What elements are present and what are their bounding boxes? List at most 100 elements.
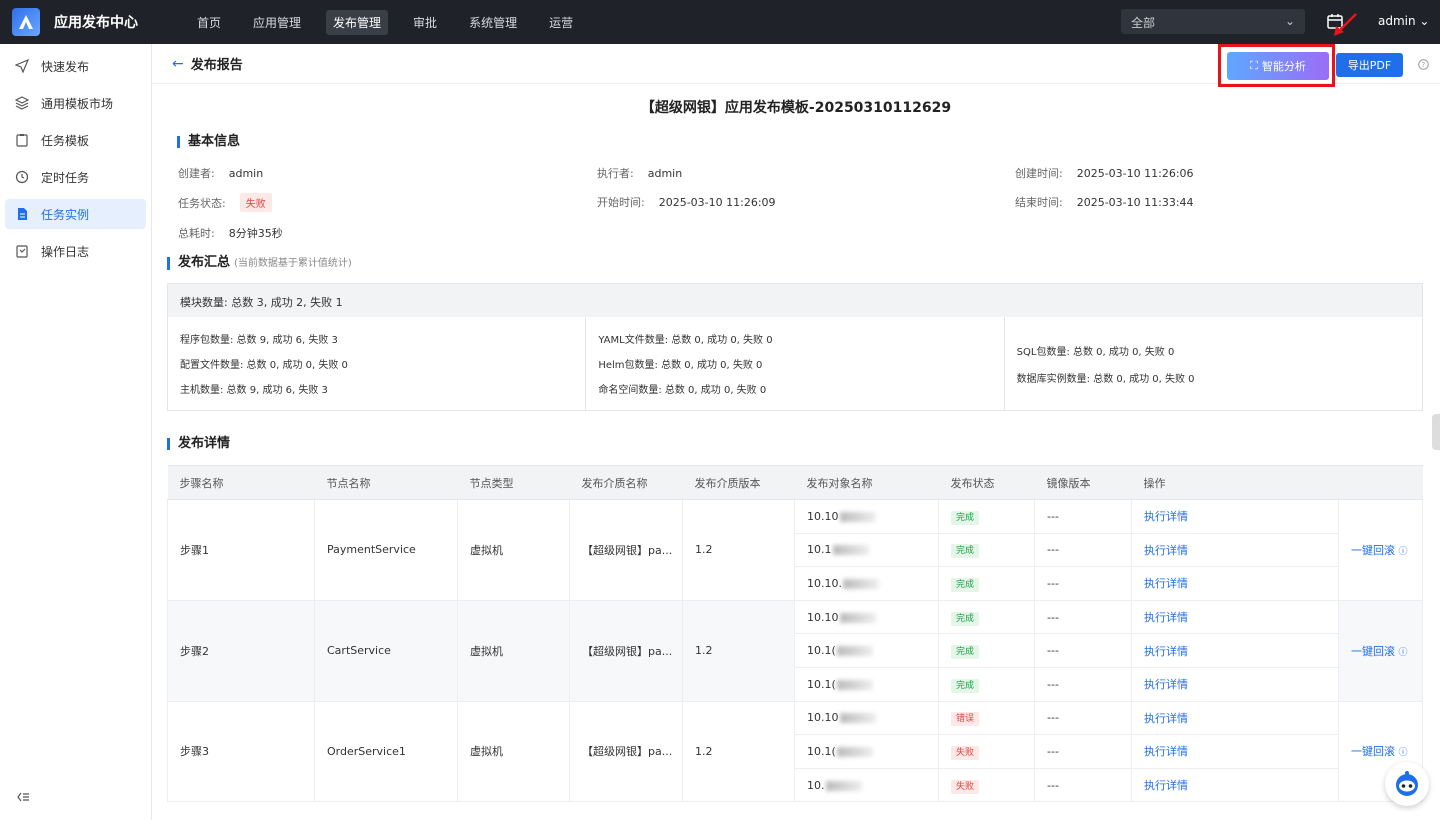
- status-badge: 失败: [951, 745, 980, 760]
- release-status: 完成: [938, 499, 1035, 534]
- sql-count: SQL包数量: 总数 0, 成功 0, 失败 0: [1016, 346, 1175, 358]
- start-time-label: 开始时间:: [597, 196, 645, 209]
- table-row: 步骤3 OrderService1 虚拟机 【超级网银】pa... 1.2 10.10 错误…: [167, 700, 1423, 803]
- app-logo-icon: [12, 8, 40, 36]
- release-status: 完成: [938, 599, 1035, 635]
- sidebar-item-template-market[interactable]: 通用模板市场: [5, 88, 146, 118]
- target-name: 10.10: [794, 599, 939, 635]
- rollback-label: 一键回滚: [1351, 644, 1395, 658]
- rollback-cell: 一键回滚 ⓘ: [1338, 599, 1423, 702]
- exec-detail-link[interactable]: 执行详情: [1144, 577, 1188, 590]
- redacted-mask: [843, 578, 879, 589]
- back-arrow-icon[interactable]: ←: [172, 56, 184, 72]
- rollback-label: 一键回滚: [1351, 745, 1395, 759]
- sidebar-item-label: 快速发布: [41, 59, 90, 74]
- mirror-version: ---: [1034, 633, 1132, 668]
- end-time-field: 结束时间: 2025-03-10 11:33:44: [1015, 194, 1194, 210]
- node-name: CartService: [314, 599, 458, 702]
- target-ip: 10.: [807, 778, 825, 792]
- task-status-label: 任务状态:: [178, 197, 226, 210]
- assistant-robot-icon[interactable]: [1385, 762, 1429, 806]
- col-node: 节点名称: [314, 465, 458, 500]
- media-name: 【超级网银】pa...: [569, 499, 683, 601]
- end-time-value: 2025-03-10 11:33:44: [1076, 196, 1194, 209]
- send-icon: [15, 59, 29, 73]
- col-media-version: 发布介质版本: [682, 465, 795, 500]
- nav-app-manage[interactable]: 应用管理: [246, 10, 308, 35]
- help-icon: ⓘ: [1398, 546, 1408, 557]
- target-ip: 10.10: [807, 610, 839, 624]
- nav-system[interactable]: 系统管理: [462, 10, 524, 35]
- nav-home[interactable]: 首页: [190, 10, 228, 35]
- target-ip: 10.1(: [807, 744, 836, 758]
- status-badge: 完成: [951, 544, 980, 559]
- creator-field: 创建者: admin: [178, 165, 263, 181]
- rollback-link[interactable]: 一键回滚 ⓘ: [1351, 645, 1408, 658]
- duration-label: 总耗时:: [178, 227, 215, 240]
- node-name: PaymentService: [314, 499, 458, 601]
- status-badge: 错误: [951, 712, 980, 727]
- sidebar-item-task-template[interactable]: 任务模板: [5, 125, 146, 155]
- layers-icon: [15, 96, 29, 110]
- sidebar-item-operation-log[interactable]: 操作日志: [5, 236, 146, 266]
- table-row: 步骤1 PaymentService 虚拟机 【超级网银】pa... 1.2 10.10 完…: [167, 499, 1423, 601]
- collapse-sidebar-icon[interactable]: [16, 790, 30, 804]
- duration-field: 总耗时: 8分钟35秒: [178, 225, 283, 241]
- sidebar-item-scheduled-task[interactable]: 定时任务: [5, 162, 146, 192]
- col-action: 操作: [1131, 465, 1339, 500]
- main-content: ← 发布报告 ⛶ 智能分析 导出PDF ? 【超级网银】应用发布模板-202503…: [152, 44, 1440, 820]
- help-icon: ⓘ: [1398, 748, 1408, 759]
- target-ip: 10.10.: [807, 576, 842, 590]
- nav-approval[interactable]: 审批: [406, 10, 444, 35]
- exec-detail-link[interactable]: 执行详情: [1144, 544, 1188, 557]
- target-name: 10.1(: [794, 734, 939, 769]
- target-name: 10.10: [794, 499, 939, 534]
- mirror-version: ---: [1034, 566, 1132, 601]
- sidebar-item-quick-release[interactable]: 快速发布: [5, 51, 146, 81]
- user-menu[interactable]: admin ⌄: [1378, 14, 1429, 28]
- summary-box: 模块数量: 总数 3, 成功 2, 失败 1 程序包数量: 总数 9, 成功 6…: [167, 283, 1423, 411]
- node-type: 虚拟机: [457, 700, 570, 803]
- action-cell: 执行详情: [1131, 666, 1339, 702]
- creator-label: 创建者:: [178, 167, 215, 180]
- rollback-link[interactable]: 一键回滚 ⓘ: [1351, 745, 1408, 758]
- smart-analysis-button[interactable]: ⛶ 智能分析: [1227, 52, 1329, 80]
- redacted-mask: [836, 646, 873, 657]
- exec-detail-link[interactable]: 执行详情: [1144, 745, 1188, 758]
- nav-release-manage[interactable]: 发布管理: [326, 9, 389, 35]
- mirror-version: ---: [1034, 700, 1132, 736]
- redacted-mask: [836, 746, 873, 757]
- scope-select[interactable]: 全部 ⌄: [1121, 9, 1305, 34]
- rollback-link[interactable]: 一键回滚 ⓘ: [1351, 544, 1408, 557]
- redacted-mask: [836, 679, 873, 690]
- action-cell: 执行详情: [1131, 633, 1339, 668]
- target-name: 10.1: [794, 532, 939, 568]
- page-title: 发布报告: [190, 58, 243, 73]
- exec-detail-link[interactable]: 执行详情: [1144, 678, 1188, 691]
- start-time-value: 2025-03-10 11:26:09: [658, 196, 776, 209]
- pointer-arrow-icon: [1334, 13, 1357, 36]
- sidebar-item-label: 任务模板: [41, 133, 90, 148]
- mirror-version: ---: [1034, 767, 1132, 803]
- smart-analysis-label: 智能分析: [1261, 60, 1306, 73]
- action-cell: 执行详情: [1131, 499, 1339, 534]
- help-icon[interactable]: ?: [1418, 59, 1429, 70]
- exec-detail-link[interactable]: 执行详情: [1144, 510, 1188, 523]
- sidebar-item-label: 任务实例: [41, 207, 90, 222]
- sidebar-item-task-instance[interactable]: 任务实例: [5, 199, 146, 229]
- exec-detail-link[interactable]: 执行详情: [1144, 779, 1188, 792]
- table-row: 步骤2 CartService 虚拟机 【超级网银】pa... 1.2 10.10 完成 --…: [167, 599, 1423, 702]
- section-basic-info: 基本信息: [177, 135, 240, 148]
- exec-detail-link[interactable]: 执行详情: [1144, 645, 1188, 658]
- chevron-down-icon: ⌄: [1284, 14, 1295, 28]
- exec-detail-link[interactable]: 执行详情: [1144, 712, 1188, 725]
- scroll-handle[interactable]: [1432, 414, 1440, 450]
- executor-field: 执行者: admin: [597, 165, 682, 181]
- exec-detail-link[interactable]: 执行详情: [1144, 611, 1188, 624]
- log-icon: [16, 245, 28, 258]
- task-status-field: 任务状态: 失败: [178, 193, 272, 212]
- export-pdf-button[interactable]: 导出PDF: [1336, 53, 1403, 77]
- nav-operations[interactable]: 运营: [542, 10, 580, 35]
- action-cell: 执行详情: [1131, 734, 1339, 769]
- executor-value: admin: [647, 167, 683, 180]
